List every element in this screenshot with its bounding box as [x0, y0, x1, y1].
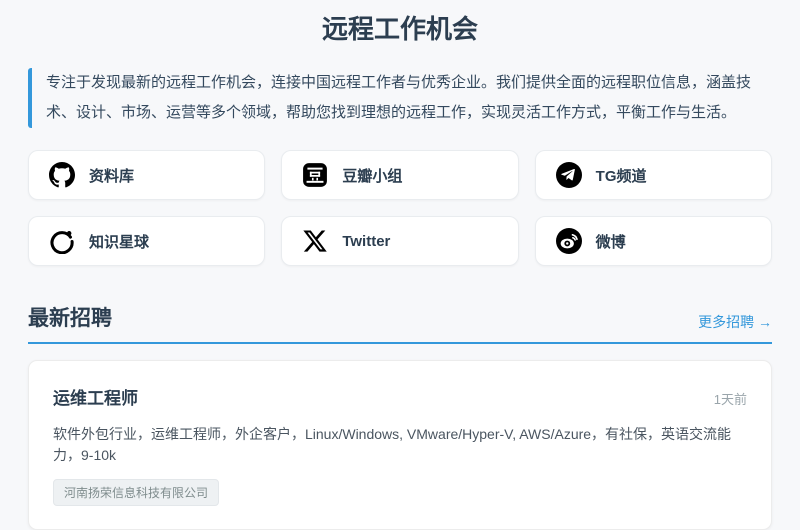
- zsxq-planet-icon: [49, 228, 75, 254]
- link-label: 豆瓣小组: [342, 167, 403, 185]
- links-grid: 资料库 豆瓣小组 TG频道 知识星球 Twitter 微博: [28, 150, 772, 266]
- link-label: 知识星球: [89, 233, 150, 251]
- job-description: 软件外包行业，运维工程师，外企客户，Linux/Windows, VMware/…: [53, 426, 732, 463]
- link-label: TG频道: [595, 167, 647, 185]
- link-card-zsxq[interactable]: 知识星球: [28, 216, 266, 266]
- github-icon: [49, 162, 75, 188]
- link-card-douban[interactable]: 豆瓣小组: [281, 150, 519, 200]
- link-card-telegram[interactable]: TG频道: [534, 150, 772, 200]
- telegram-icon: [555, 162, 582, 188]
- jobs-section-title: 最新招聘: [28, 307, 112, 330]
- link-label: 微博: [595, 233, 626, 251]
- link-label: 资料库: [89, 167, 135, 185]
- link-card-github[interactable]: 资料库: [28, 150, 266, 200]
- twitter-x-icon: [302, 228, 328, 254]
- intro-text: 专注于发现最新的远程工作机会，连接中国远程工作者与优秀企业。我们提供全面的远程职…: [28, 68, 772, 128]
- link-label: Twitter: [342, 232, 391, 250]
- job-company-tag: 河南扬荣信息科技有限公司: [53, 479, 220, 506]
- job-card[interactable]: 运维工程师 1天前 软件外包行业，运维工程师，外企客户，Linux/Window…: [28, 360, 772, 530]
- page-title: 远程工作机会: [321, 14, 478, 44]
- link-card-twitter[interactable]: Twitter: [281, 216, 519, 266]
- link-card-weibo[interactable]: 微博: [534, 216, 772, 266]
- weibo-icon: [555, 228, 582, 254]
- job-title: 运维工程师: [53, 389, 138, 408]
- page-container: 远程工作机会 专注于发现最新的远程工作机会，连接中国远程工作者与优秀企业。我们提…: [0, 0, 800, 530]
- more-jobs-link[interactable]: 更多招聘 →: [698, 312, 772, 332]
- douban-icon: [302, 162, 328, 188]
- job-posted-time: 1天前: [713, 392, 747, 407]
- jobs-section-header: 最新招聘 更多招聘 →: [28, 302, 772, 344]
- job-card-header: 运维工程师 1天前: [53, 384, 747, 409]
